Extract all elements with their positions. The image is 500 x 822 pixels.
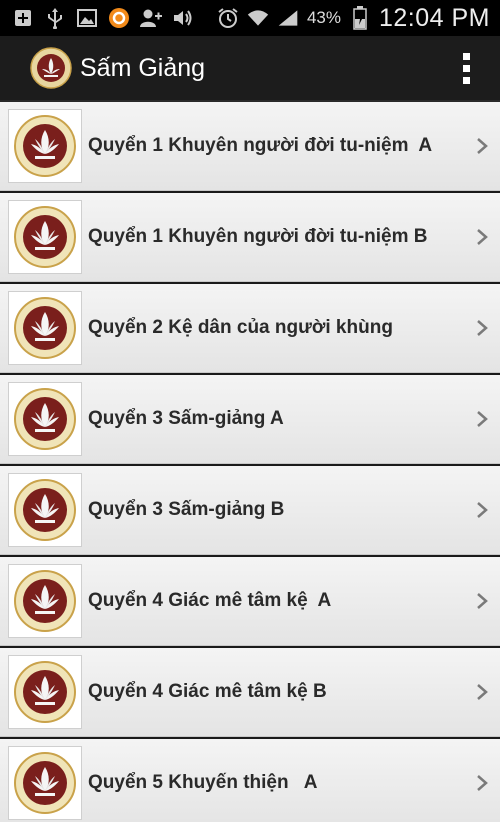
signal-icon [277, 7, 299, 29]
book-thumbnail [8, 473, 82, 547]
chevron-right-icon [477, 138, 488, 154]
add-contact-icon [140, 7, 162, 29]
list-item-label: Quyển 5 Khuyến thiện A [88, 772, 318, 793]
list-item-label: Quyển 1 Khuyên người đời tu-niệm A [88, 135, 433, 156]
overflow-dot-icon [462, 76, 470, 84]
action-bar: Sấm Giảng [0, 36, 500, 102]
list-item-8[interactable]: Quyển 5 Khuyến thiện A [0, 739, 500, 822]
chevron-right-icon [477, 775, 488, 791]
list-item-3[interactable]: Quyển 2 Kệ dân của người khùng [0, 284, 500, 373]
list-item-label: Quyển 1 Khuyên người đời tu-niệm B [88, 226, 428, 247]
lotus-logo-icon [14, 661, 76, 723]
list-item-label: Quyển 2 Kệ dân của người khùng [88, 317, 393, 338]
overflow-menu-button[interactable] [456, 48, 476, 88]
lotus-logo-icon [14, 206, 76, 268]
app-logo-icon[interactable] [30, 47, 72, 89]
lotus-logo-icon [14, 570, 76, 632]
book-thumbnail [8, 564, 82, 638]
chevron-right-icon [477, 229, 488, 245]
list-item-label: Quyển 3 Sấm-giảng A [88, 408, 284, 429]
clock: 12:04 PM [378, 3, 490, 32]
add-box-icon [12, 7, 34, 29]
chevron-right-icon [477, 411, 488, 427]
wifi-icon [247, 7, 269, 29]
orange-circle-icon [108, 7, 130, 29]
book-thumbnail [8, 655, 82, 729]
book-thumbnail [8, 746, 82, 820]
battery-percent: 43% [306, 8, 341, 27]
list-item-label: Quyển 3 Sấm-giảng B [88, 499, 285, 520]
chevron-right-icon [477, 320, 488, 336]
list-item-label: Quyển 4 Giác mê tâm kệ A [88, 590, 332, 611]
book-thumbnail [8, 382, 82, 456]
app-title: Sấm Giảng [80, 53, 206, 82]
list-item-2[interactable]: Quyển 1 Khuyên người đời tu-niệm B [0, 193, 500, 282]
book-thumbnail [8, 109, 82, 183]
list-item-1[interactable]: Quyển 1 Khuyên người đời tu-niệm A [0, 102, 500, 191]
lotus-logo-icon [14, 115, 76, 177]
alarm-icon [217, 7, 239, 29]
chevron-right-icon [477, 684, 488, 700]
overflow-dot-icon [462, 64, 470, 72]
list-item-label: Quyển 4 Giác mê tâm kệ B [88, 681, 327, 702]
lotus-logo-icon [14, 479, 76, 541]
book-thumbnail [8, 291, 82, 365]
volume-icon [172, 7, 194, 29]
system-icons: 43% 12:04 PM [217, 4, 500, 33]
status-bar: 43% 12:04 PM [0, 0, 500, 36]
lotus-logo-icon [14, 388, 76, 450]
lotus-logo-icon [14, 752, 76, 814]
image-icon [76, 7, 98, 29]
lotus-logo-icon [14, 297, 76, 359]
chevron-right-icon [477, 593, 488, 609]
list-item-6[interactable]: Quyển 4 Giác mê tâm kệ A [0, 557, 500, 646]
list-item-4[interactable]: Quyển 3 Sấm-giảng A [0, 375, 500, 464]
book-thumbnail [8, 200, 82, 274]
list-item-7[interactable]: Quyển 4 Giác mê tâm kệ B [0, 648, 500, 737]
usb-icon [44, 7, 66, 29]
chevron-right-icon [477, 502, 488, 518]
overflow-dot-icon [462, 52, 470, 60]
list-item-5[interactable]: Quyển 3 Sấm-giảng B [0, 466, 500, 555]
book-list[interactable]: Quyển 1 Khuyên người đời tu-niệm A Quyển… [0, 102, 500, 822]
notification-icons [0, 7, 194, 29]
battery-icon [349, 6, 371, 30]
